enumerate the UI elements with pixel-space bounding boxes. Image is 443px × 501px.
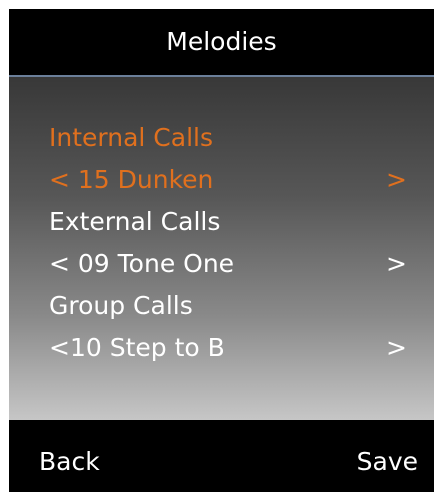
internal-calls-melody-selector[interactable]: < 15 Dunken > xyxy=(49,162,419,198)
screen-title: Melodies xyxy=(166,27,277,56)
save-softkey[interactable]: Save xyxy=(357,446,418,478)
internal-calls-label[interactable]: Internal Calls xyxy=(49,120,419,156)
melody-settings-list: Internal Calls < 15 Dunken > External Ca… xyxy=(9,77,434,420)
group-calls-melody-value: <10 Step to B xyxy=(49,333,225,362)
group-calls-melody-selector[interactable]: <10 Step to B > xyxy=(49,330,419,366)
back-softkey[interactable]: Back xyxy=(39,446,100,478)
group-calls-label[interactable]: Group Calls xyxy=(49,288,419,324)
screen-header: Melodies xyxy=(9,9,434,77)
external-calls-melody-selector[interactable]: < 09 Tone One > xyxy=(49,246,419,282)
softkey-bar: Back Save xyxy=(9,420,434,492)
internal-calls-melody-value: < 15 Dunken xyxy=(49,165,214,194)
next-arrow-icon[interactable]: > xyxy=(386,162,407,198)
next-arrow-icon[interactable]: > xyxy=(386,330,407,366)
external-calls-melody-value: < 09 Tone One xyxy=(49,249,235,278)
phone-screen: Melodies Internal Calls < 15 Dunken > Ex… xyxy=(9,9,434,492)
next-arrow-icon[interactable]: > xyxy=(386,246,407,282)
external-calls-label[interactable]: External Calls xyxy=(49,204,419,240)
